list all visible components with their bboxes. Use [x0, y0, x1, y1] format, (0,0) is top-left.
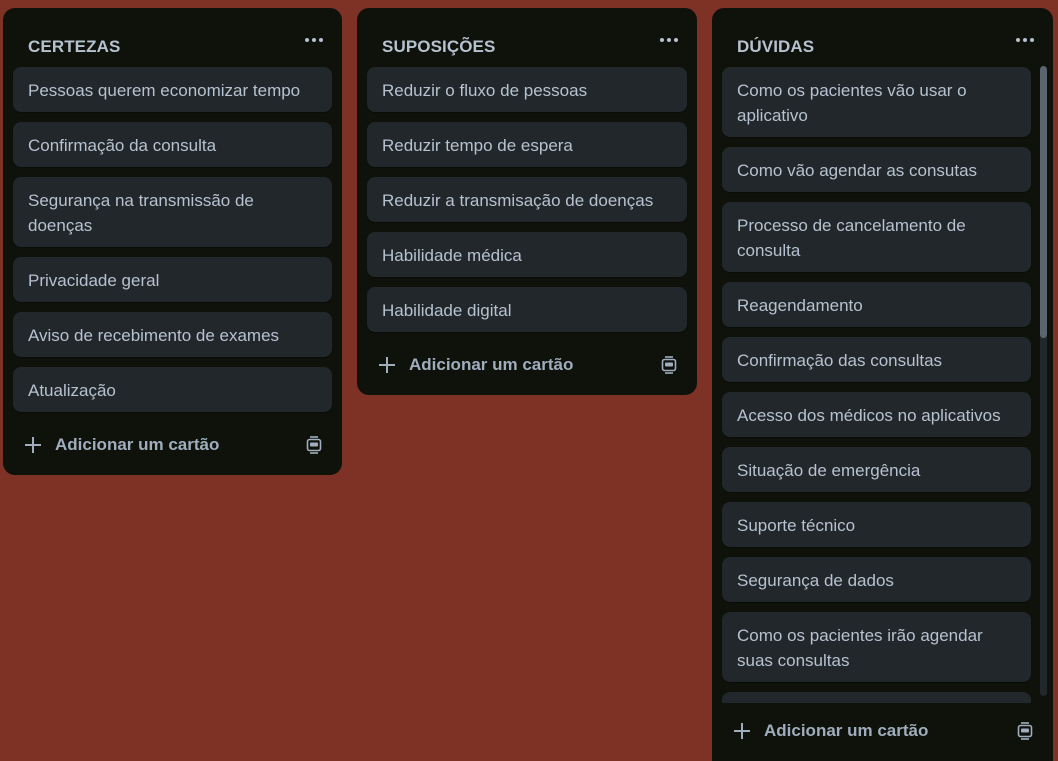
card[interactable]: Habilidade digital	[367, 287, 687, 332]
card[interactable]: Acesso dos médicos no aplicativos	[722, 392, 1031, 437]
list-title[interactable]: SUPOSIÇÕES	[382, 37, 495, 57]
plus-icon	[734, 723, 750, 739]
list-header: SUPOSIÇÕES	[357, 8, 697, 70]
card[interactable]: Aviso de recebimento de exames	[13, 312, 332, 357]
card-list: Como os pacientes vão usar o aplicativo …	[712, 8, 1053, 703]
card[interactable]: Como os pacientes vão usar o aplicativo	[722, 67, 1031, 137]
list-footer: Adicionar um cartão	[724, 711, 1041, 751]
card[interactable]: Suporte técnico	[722, 502, 1031, 547]
card[interactable]: Pessoas querem economizar tempo	[13, 67, 332, 112]
list-footer: Adicionar um cartão	[369, 345, 685, 385]
card[interactable]: Reduzir a transmisação de doenças	[367, 177, 687, 222]
add-card-label: Adicionar um cartão	[409, 355, 574, 374]
card[interactable]: Privacidade geral	[13, 257, 332, 302]
board: CERTEZAS Pessoas querem economizar tempo…	[0, 0, 1058, 761]
add-card-button[interactable]: Adicionar um cartão	[724, 713, 936, 749]
add-card-label: Adicionar um cartão	[55, 435, 220, 454]
add-card-label: Adicionar um cartão	[764, 721, 929, 740]
add-card-button[interactable]: Adicionar um cartão	[15, 427, 227, 463]
plus-icon	[25, 437, 41, 453]
list-footer: Adicionar um cartão	[15, 425, 330, 465]
card[interactable]: Situação de emergência	[722, 447, 1031, 492]
card[interactable]: Processo de cancelamento de consulta	[722, 202, 1031, 272]
list-suposicoes: SUPOSIÇÕES Reduzir o fluxo de pessoas Re…	[357, 8, 697, 395]
card[interactable]: Reduzir tempo de espera	[367, 122, 687, 167]
card[interactable]: Reduzir o fluxo de pessoas	[367, 67, 687, 112]
card[interactable]: Segurança de dados	[722, 557, 1031, 602]
card[interactable]: Como vão agendar as consutas	[722, 147, 1031, 192]
add-card-button[interactable]: Adicionar um cartão	[369, 347, 581, 383]
more-horizontal-icon[interactable]	[302, 28, 326, 52]
card[interactable]	[722, 692, 1031, 703]
card[interactable]: Segurança na transmissão de doenças	[13, 177, 332, 247]
card[interactable]: Reagendamento	[722, 282, 1031, 327]
more-horizontal-icon[interactable]	[657, 28, 681, 52]
plus-icon	[379, 357, 395, 373]
card[interactable]: Confirmação das consultas	[722, 337, 1031, 382]
card-template-icon[interactable]	[659, 355, 679, 375]
card[interactable]: Como os pacientes irão agendar suas cons…	[722, 612, 1031, 682]
card-template-icon[interactable]	[304, 435, 324, 455]
card[interactable]: Confirmação da consulta	[13, 122, 332, 167]
card-template-icon[interactable]	[1015, 721, 1035, 741]
list-scrollbar[interactable]	[1040, 66, 1047, 696]
list-duvidas: DÚVIDAS Como os pacientes vão usar o apl…	[712, 8, 1053, 761]
list-title[interactable]: CERTEZAS	[28, 37, 120, 57]
scrollbar-thumb[interactable]	[1040, 66, 1047, 338]
card[interactable]: Atualização	[13, 367, 332, 412]
list-header: CERTEZAS	[3, 8, 342, 70]
card[interactable]: Habilidade médica	[367, 232, 687, 277]
list-certezas: CERTEZAS Pessoas querem economizar tempo…	[3, 8, 342, 475]
